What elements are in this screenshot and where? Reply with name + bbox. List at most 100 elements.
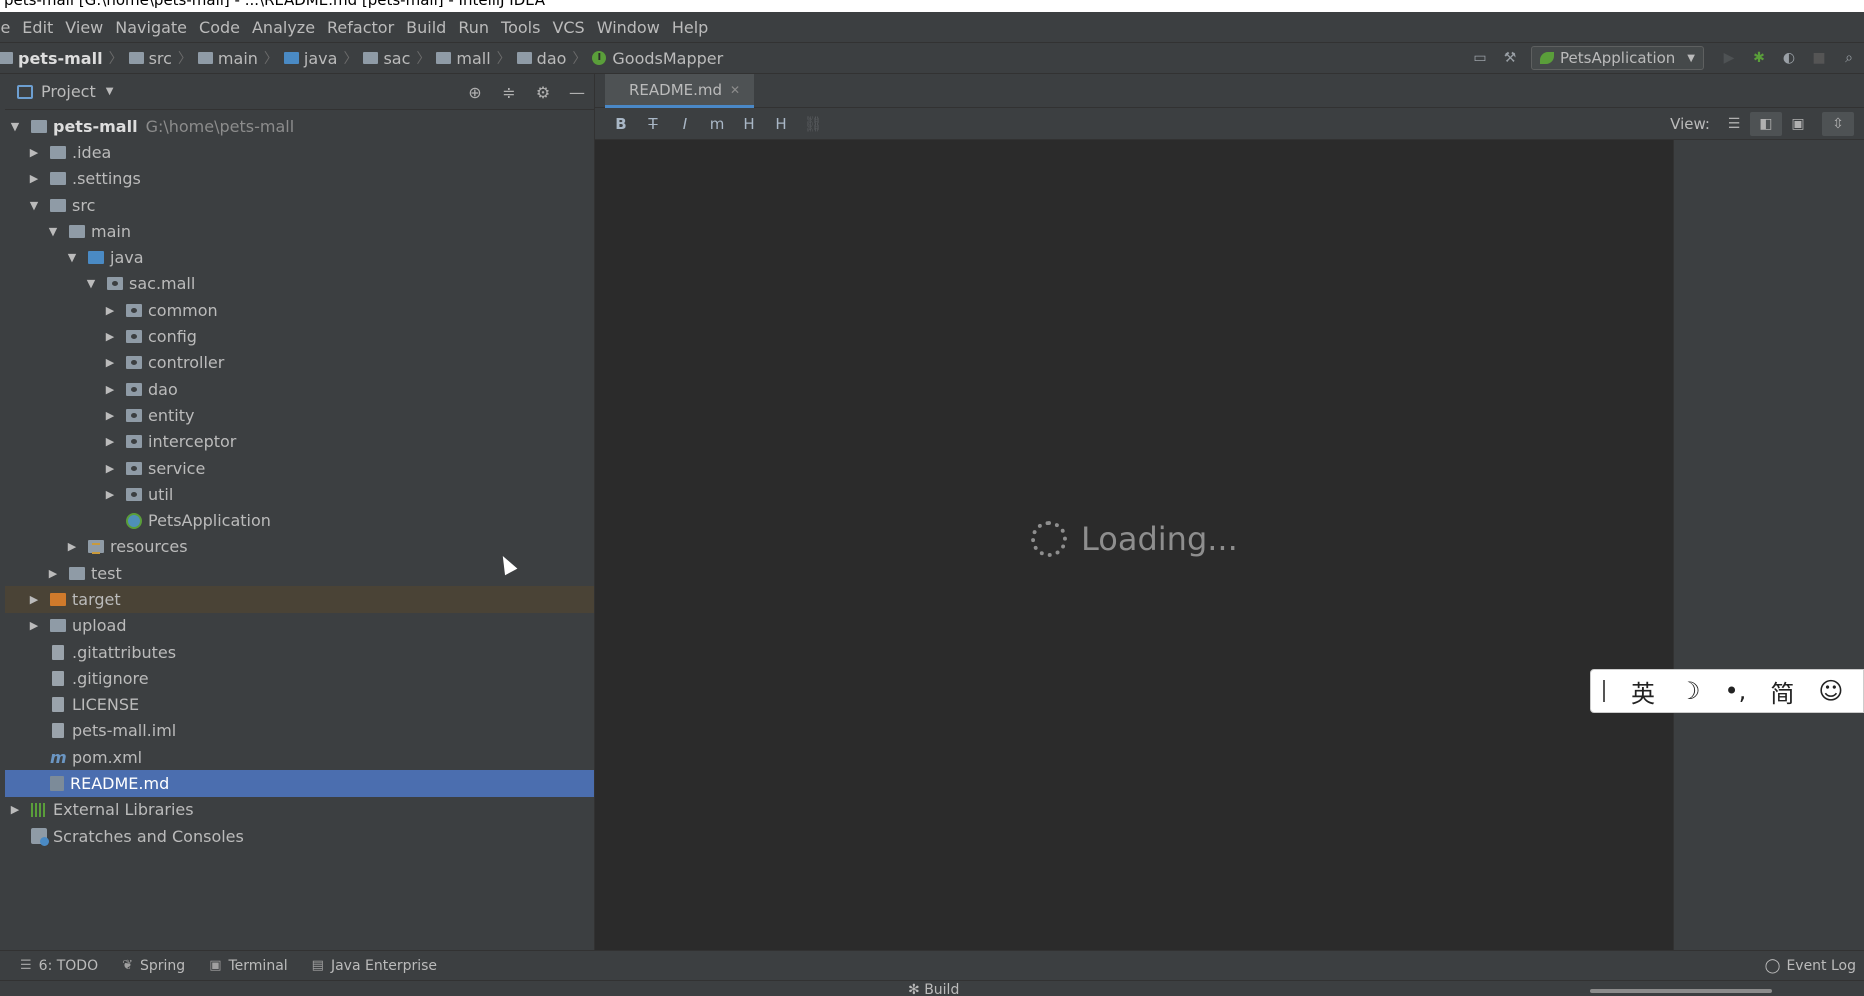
expand-arrow-closed-icon[interactable]: ▶: [66, 540, 78, 553]
bold-icon[interactable]: B: [605, 115, 637, 133]
breadcrumb-item-dao[interactable]: 〉 dao: [491, 48, 567, 68]
expand-arrow-closed-icon[interactable]: ▶: [104, 330, 116, 343]
tree-item-gitattributes[interactable]: ▶.gitattributes: [5, 639, 594, 665]
menu-build[interactable]: Build: [400, 18, 452, 37]
tool-window-java-enterprise[interactable]: ▤ Java Enterprise: [312, 958, 437, 974]
ime-emoji-icon[interactable]: ☺: [1818, 677, 1843, 705]
strikethrough-icon[interactable]: T: [637, 115, 669, 133]
tree-item-java[interactable]: ▼ java: [5, 244, 594, 270]
tool-window-6-todo[interactable]: ☰ 6: TODO: [20, 958, 98, 974]
tool-window-spring[interactable]: ❦ Spring: [122, 958, 185, 974]
event-log-button[interactable]: ◯ Event Log: [1765, 951, 1856, 981]
expand-arrow-closed-icon[interactable]: ▶: [28, 146, 40, 159]
menu-le[interactable]: le: [0, 18, 16, 37]
chevron-down-icon[interactable]: ▼: [106, 86, 114, 97]
breadcrumb-item-java[interactable]: 〉 java: [258, 48, 338, 68]
tree-item-license[interactable]: ▶LICENSE: [5, 692, 594, 718]
tree-item-sac-mall[interactable]: ▼ sac.mall: [5, 271, 594, 297]
tree-item-readme-md[interactable]: ▶README.md: [5, 770, 594, 797]
tree-item-common[interactable]: ▶ common: [5, 297, 594, 323]
code-icon[interactable]: m: [701, 115, 733, 133]
project-structure-icon[interactable]: ▭: [1469, 47, 1491, 69]
tree-item-scratches-and-consoles[interactable]: ▶Scratches and Consoles: [5, 823, 594, 849]
expand-arrow-closed-icon[interactable]: ▶: [28, 172, 40, 185]
breadcrumb-item-main[interactable]: 〉 main: [172, 48, 258, 68]
markdown-preview-pane[interactable]: [1673, 140, 1864, 950]
ime-simplified-icon[interactable]: 简: [1770, 674, 1794, 709]
stop-icon[interactable]: ■: [1808, 47, 1830, 69]
tree-item-settings[interactable]: ▶ .settings: [5, 166, 594, 192]
tree-item-entity[interactable]: ▶ entity: [5, 402, 594, 428]
tree-item-src[interactable]: ▼ src: [5, 192, 594, 218]
ime-drag-handle[interactable]: [1603, 680, 1605, 702]
expand-arrow-closed-icon[interactable]: ▶: [104, 356, 116, 369]
expand-arrow-closed-icon[interactable]: ▶: [28, 593, 40, 606]
tree-item-util[interactable]: ▶ util: [5, 481, 594, 507]
hide-panel-icon[interactable]: —: [560, 83, 594, 102]
ime-language-icon[interactable]: 英: [1631, 674, 1655, 709]
header-up-icon[interactable]: H: [765, 115, 797, 133]
tree-item-pom-xml[interactable]: ▶mpom.xml: [5, 744, 594, 770]
expand-arrow-closed-icon[interactable]: ▶: [104, 488, 116, 501]
expand-arrow-open-icon[interactable]: ▼: [28, 199, 40, 212]
expand-arrow-closed-icon[interactable]: ▶: [9, 803, 21, 816]
menu-refactor[interactable]: Refactor: [321, 18, 400, 37]
coverage-icon[interactable]: ◐: [1778, 47, 1800, 69]
menu-help[interactable]: Help: [666, 18, 714, 37]
breadcrumb-item-sac[interactable]: 〉 sac: [337, 48, 410, 68]
expand-arrow-closed-icon[interactable]: ▶: [104, 462, 116, 475]
expand-arrow-closed-icon[interactable]: ▶: [104, 435, 116, 448]
tree-item-pets-mall[interactable]: ▼ pets-mall G:\home\pets-mall: [5, 113, 594, 139]
expand-arrow-closed-icon[interactable]: ▶: [28, 619, 40, 632]
menu-navigate[interactable]: Navigate: [109, 18, 193, 37]
project-panel-title[interactable]: Project: [41, 82, 96, 101]
menu-code[interactable]: Code: [193, 18, 246, 37]
tree-item-config[interactable]: ▶ config: [5, 323, 594, 349]
breadcrumb-item-goodsmapper[interactable]: 〉 I GoodsMapper: [566, 48, 723, 68]
menu-tools[interactable]: Tools: [495, 18, 546, 37]
header-down-icon[interactable]: H: [733, 115, 765, 133]
tree-item-idea[interactable]: ▶ .idea: [5, 139, 594, 165]
menu-view[interactable]: View: [59, 18, 109, 37]
tree-item-pets-mall-iml[interactable]: ▶pets-mall.iml: [5, 718, 594, 744]
tab-readme[interactable]: README.md ✕: [605, 74, 755, 108]
expand-arrow-closed-icon[interactable]: ▶: [104, 304, 116, 317]
tree-item-petsapplication[interactable]: ▶PetsApplication: [5, 507, 594, 533]
tree-item-upload[interactable]: ▶ upload: [5, 613, 594, 639]
expand-arrow-closed-icon[interactable]: ▶: [104, 409, 116, 422]
italic-icon[interactable]: I: [669, 115, 701, 133]
locate-file-icon[interactable]: ⊕: [458, 83, 492, 102]
editor-only-icon[interactable]: ☰: [1718, 112, 1750, 136]
expand-arrow-open-icon[interactable]: ▼: [47, 225, 59, 238]
tree-item-interceptor[interactable]: ▶ interceptor: [5, 429, 594, 455]
expand-arrow-open-icon[interactable]: ▼: [66, 251, 78, 264]
link-icon[interactable]: ⛓: [797, 115, 829, 133]
breadcrumb-item-mall[interactable]: 〉 mall: [410, 48, 490, 68]
run-config-selector[interactable]: PetsApplication ▼: [1531, 46, 1704, 70]
expand-arrow-open-icon[interactable]: ▼: [85, 277, 97, 290]
split-view-icon[interactable]: ◧: [1750, 112, 1782, 136]
close-icon[interactable]: ✕: [730, 83, 740, 97]
markdown-editor-pane[interactable]: Loading...: [595, 140, 1673, 950]
preview-only-icon[interactable]: ▣: [1782, 112, 1814, 136]
tree-item-service[interactable]: ▶ service: [5, 455, 594, 481]
debug-icon[interactable]: ✱: [1748, 47, 1770, 69]
tree-item-main[interactable]: ▼ main: [5, 218, 594, 244]
expand-arrow-open-icon[interactable]: ▼: [9, 120, 21, 133]
menu-run[interactable]: Run: [452, 18, 495, 37]
menu-vcs[interactable]: VCS: [546, 18, 590, 37]
breadcrumb-item-src[interactable]: 〉 src: [103, 48, 172, 68]
tree-item-dao[interactable]: ▶ dao: [5, 376, 594, 402]
build-status[interactable]: ✻ Build: [908, 982, 959, 996]
breadcrumb-item-pets-mall[interactable]: pets-mall: [0, 49, 103, 68]
ime-theme-icon[interactable]: ☽: [1679, 677, 1701, 705]
tree-item-gitignore[interactable]: ▶.gitignore: [5, 665, 594, 691]
menu-analyze[interactable]: Analyze: [246, 18, 321, 37]
expand-arrow-closed-icon[interactable]: ▶: [47, 567, 59, 580]
tree-item-controller[interactable]: ▶ controller: [5, 350, 594, 376]
menu-edit[interactable]: Edit: [16, 18, 59, 37]
tree-item-target[interactable]: ▶ target: [5, 586, 594, 613]
collapse-all-icon[interactable]: ≑: [492, 83, 526, 102]
tool-window-terminal[interactable]: ▣ Terminal: [209, 958, 287, 974]
search-icon[interactable]: ⌕: [1838, 47, 1860, 69]
